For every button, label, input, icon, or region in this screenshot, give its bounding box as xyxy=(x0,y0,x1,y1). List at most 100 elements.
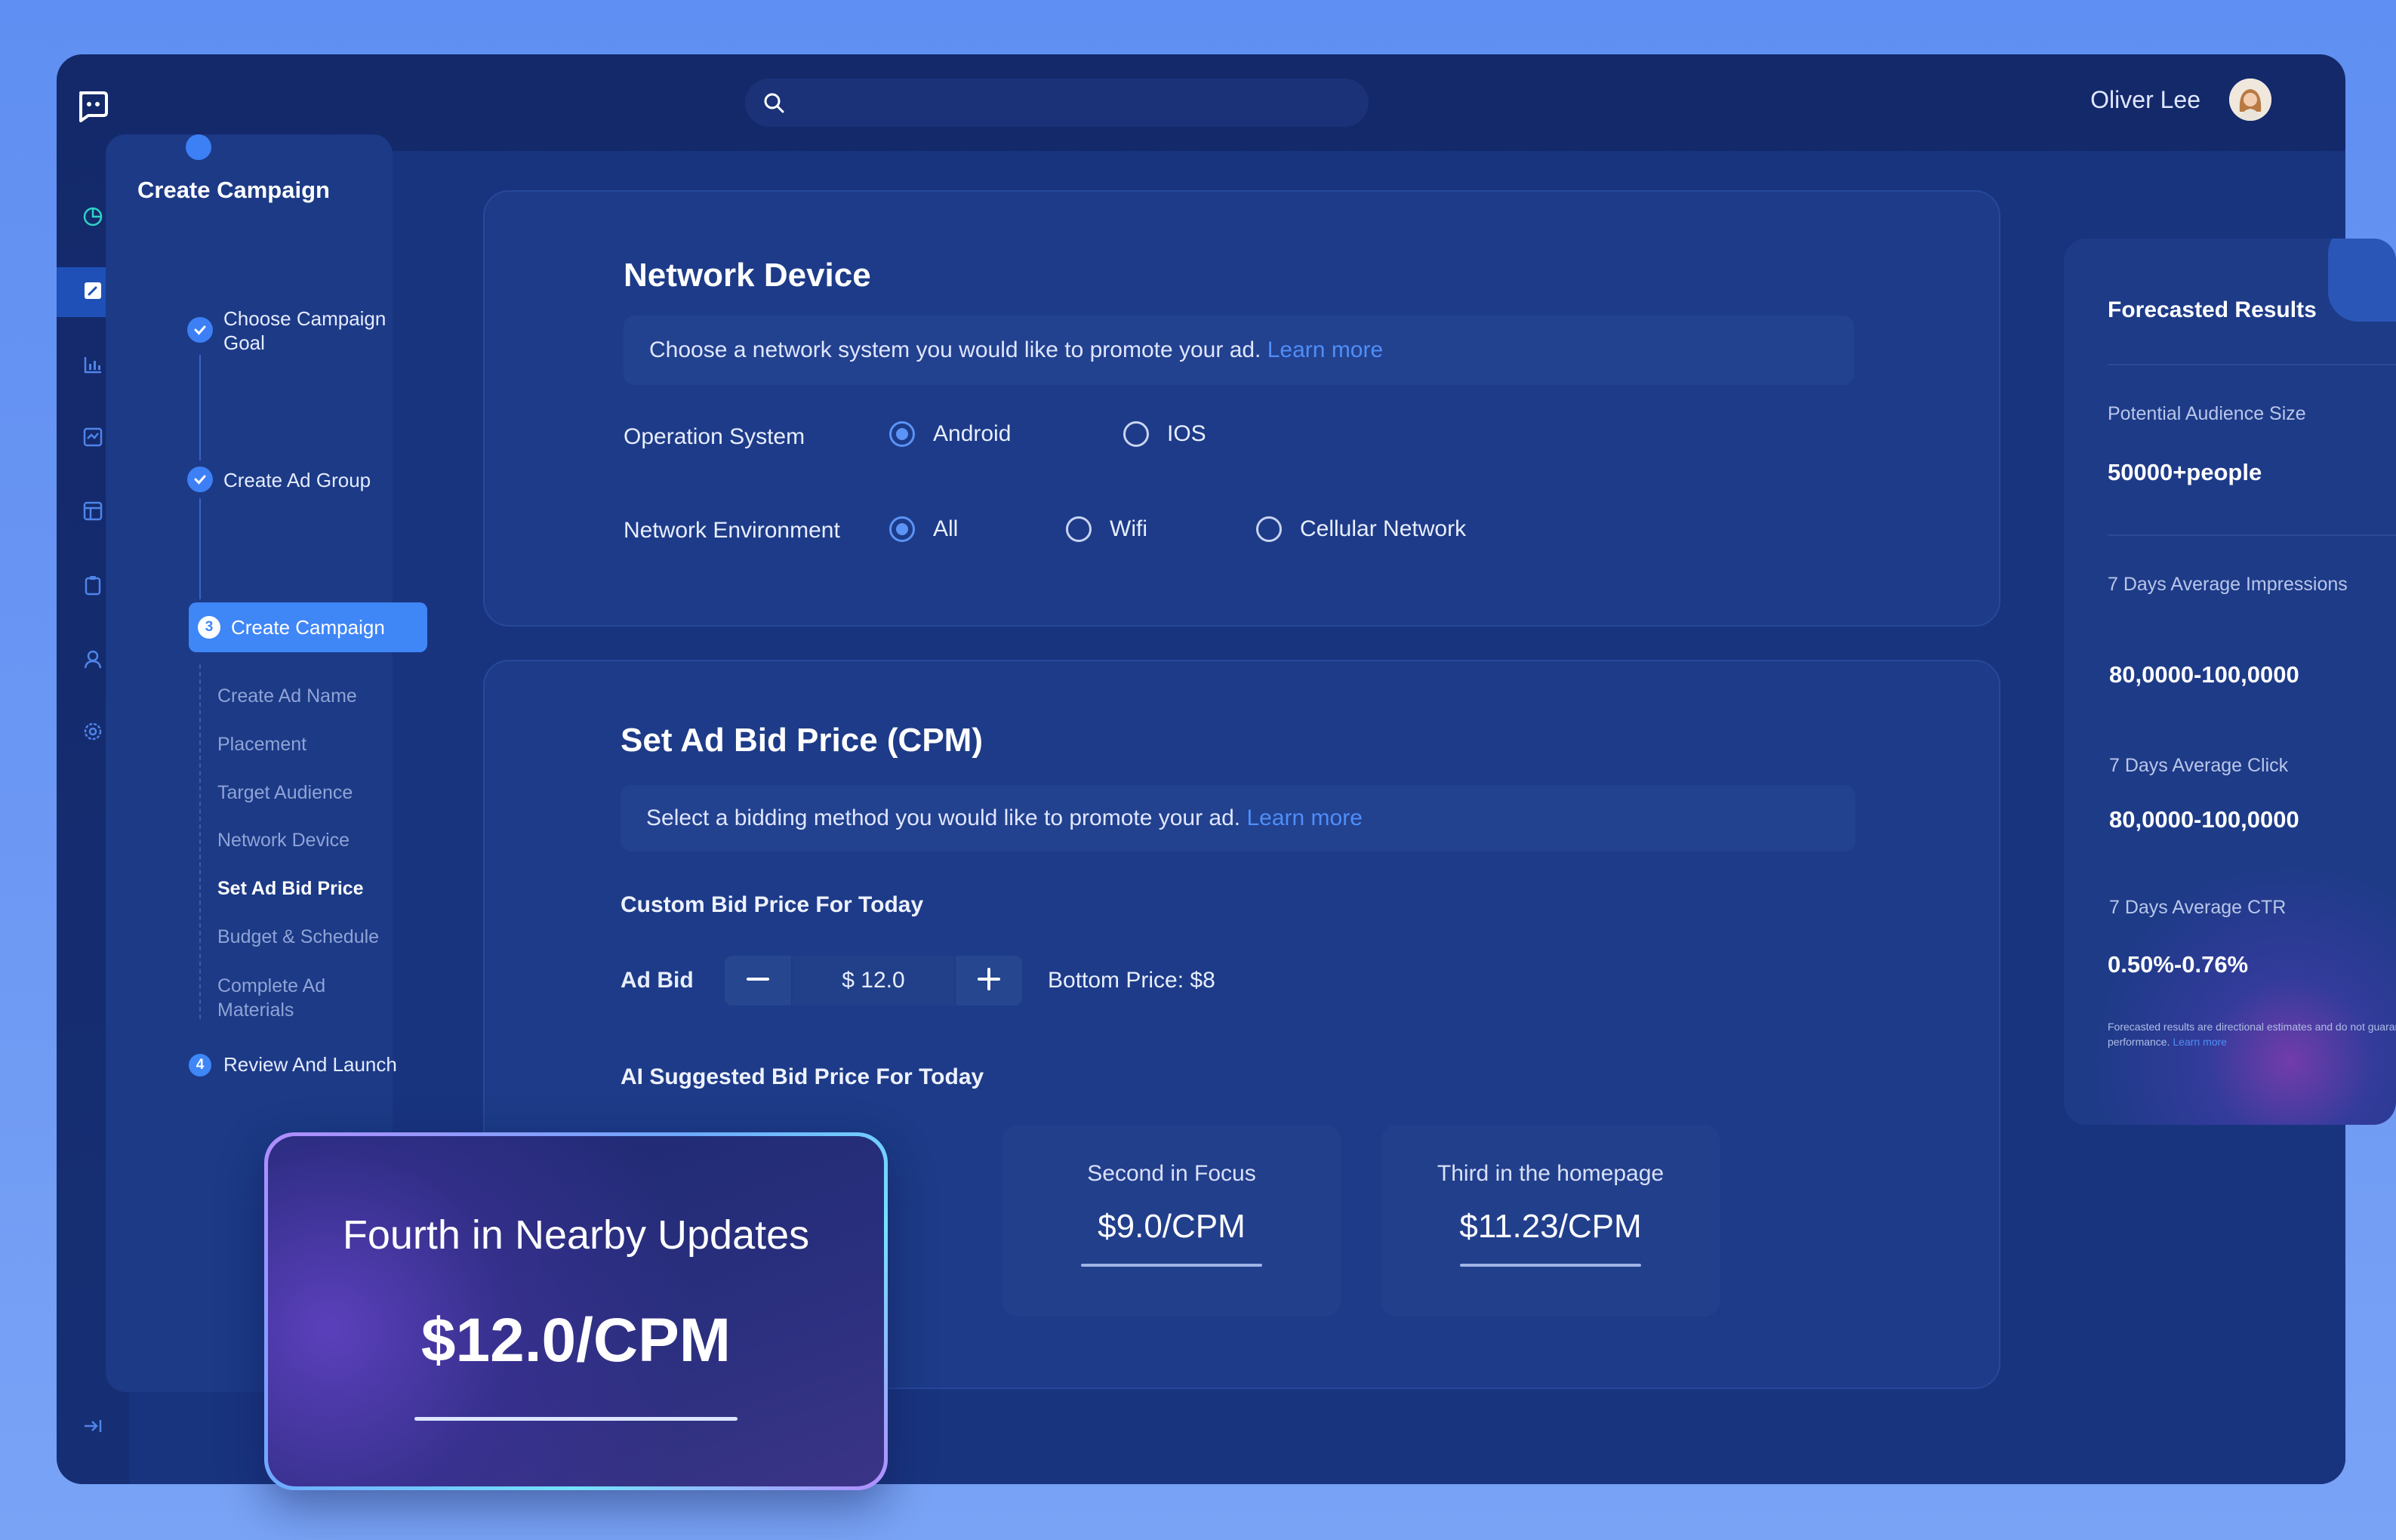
decrement-button[interactable] xyxy=(725,956,791,1006)
substep-budget-schedule[interactable]: Budget & Schedule xyxy=(217,926,379,948)
bar-chart-icon xyxy=(82,353,104,380)
network-env-label: Network Environment xyxy=(624,518,840,543)
step-create-campaign-active[interactable]: 3 Create Campaign xyxy=(189,602,427,652)
bottom-price: Bottom Price: $8 xyxy=(1048,968,1215,993)
custom-bid-label: Custom Bid Price For Today xyxy=(621,892,924,917)
forecast-corner-decoration xyxy=(2328,239,2396,322)
check-icon xyxy=(187,317,213,343)
ad-bid-value[interactable]: $ 12.0 xyxy=(791,956,956,1006)
step-number-badge: 3 xyxy=(198,616,220,639)
ctr-value: 0.50%-0.76% xyxy=(2108,951,2249,978)
audience-label: Potential Audience Size xyxy=(2108,403,2306,424)
ai-suggested-label: AI Suggested Bid Price For Today xyxy=(621,1064,984,1089)
env-wifi-label: Wifi xyxy=(1110,516,1147,541)
ctr-label: 7 Days Average CTR xyxy=(2109,897,2287,918)
bid-info-box: Select a bidding method you would like t… xyxy=(621,785,1856,852)
plus-icon xyxy=(976,966,1002,996)
user-name: Oliver Lee xyxy=(2090,86,2200,113)
user-icon xyxy=(82,648,104,674)
steps-title: Create Campaign xyxy=(137,177,330,203)
divider xyxy=(2108,534,2396,536)
network-device-card: Network Device Choose a network system y… xyxy=(483,190,2000,627)
highlighted-suggestion-price: $12.0/CPM xyxy=(420,1306,731,1375)
env-wifi-radio[interactable]: Wifi xyxy=(1066,516,1147,542)
step-create-campaign-label: Create Campaign xyxy=(231,615,385,639)
edit-icon xyxy=(82,279,104,306)
highlighted-suggestion-inner: Fourth in Nearby Updates $12.0/CPM xyxy=(268,1136,884,1486)
divider xyxy=(2108,364,2396,365)
ad-bid-label: Ad Bid xyxy=(621,968,694,993)
env-cellular-label: Cellular Network xyxy=(1300,516,1467,541)
click-label: 7 Days Average Click xyxy=(2109,755,2289,776)
step-connector xyxy=(199,355,201,460)
impressions-value: 80,0000-100,0000 xyxy=(2109,661,2299,688)
forecast-note: Forecasted results are directional estim… xyxy=(2108,1019,2396,1049)
step-connector xyxy=(199,498,201,599)
impressions-label: 7 Days Average Impressions xyxy=(2108,574,2348,595)
suggestion-underline xyxy=(1460,1264,1641,1267)
forecast-panel: Forecasted Results Potential Audience Si… xyxy=(2064,239,2396,1125)
os-label: Operation System xyxy=(624,424,805,449)
bid-info-text: Select a bidding method you would like t… xyxy=(646,805,1241,830)
network-device-title: Network Device xyxy=(624,257,871,294)
step-review-launch[interactable]: Review And Launch xyxy=(223,1052,397,1076)
rail-collapse[interactable] xyxy=(57,1403,129,1452)
forecast-title: Forecasted Results xyxy=(2108,297,2317,322)
highlighted-suggestion-name: Fourth in Nearby Updates xyxy=(342,1212,810,1258)
clipboard-icon xyxy=(82,574,104,600)
substep-set-ad-bid-price[interactable]: Set Ad Bid Price xyxy=(217,878,364,900)
env-cellular-radio[interactable]: Cellular Network xyxy=(1256,516,1466,542)
radio-checked-icon xyxy=(889,421,915,447)
collapse-icon xyxy=(82,1415,104,1441)
suggestion-name: Third in the homepage xyxy=(1437,1161,1665,1186)
substep-create-ad-name[interactable]: Create Ad Name xyxy=(217,685,357,707)
env-all-radio[interactable]: All xyxy=(889,516,958,542)
ad-bid-stepper: $ 12.0 xyxy=(725,956,1022,1006)
increment-button[interactable] xyxy=(956,956,1022,1006)
os-ios-radio[interactable]: IOS xyxy=(1123,421,1206,447)
os-android-label: Android xyxy=(933,421,1012,446)
step-choose-goal[interactable]: Choose Campaign Goal xyxy=(223,306,405,355)
suggestion-underline xyxy=(1081,1264,1262,1267)
forecast-note-text: Forecasted results are directional estim… xyxy=(2108,1021,2396,1048)
app-logo-icon[interactable] xyxy=(75,88,109,123)
highlighted-suggestion-underline xyxy=(414,1417,738,1421)
suggestion-name: Second in Focus xyxy=(1087,1161,1256,1186)
pie-chart-icon xyxy=(82,205,104,232)
settings-icon xyxy=(82,720,104,747)
layout-icon xyxy=(82,500,104,526)
radio-checked-icon xyxy=(889,516,915,542)
bid-title: Set Ad Bid Price (CPM) xyxy=(621,722,983,759)
step-number-badge: 4 xyxy=(189,1054,211,1076)
activity-icon xyxy=(82,426,104,452)
network-info-text: Choose a network system you would like t… xyxy=(649,337,1261,362)
suggestion-price: $11.23/CPM xyxy=(1459,1208,1642,1245)
audience-value: 50000+people xyxy=(2108,459,2262,485)
env-all-label: All xyxy=(933,516,959,541)
forecast-note-link[interactable]: Learn more xyxy=(2173,1036,2227,1048)
bid-learn-more-link[interactable]: Learn more xyxy=(1246,805,1362,831)
step-check-icon xyxy=(186,134,211,160)
os-android-radio[interactable]: Android xyxy=(889,421,1011,447)
network-learn-more-link[interactable]: Learn more xyxy=(1267,337,1383,363)
minus-icon xyxy=(745,966,771,996)
avatar[interactable] xyxy=(2229,79,2271,121)
substep-complete-ad-materials[interactable]: Complete Ad Materials xyxy=(217,974,368,1022)
step-create-ad-group[interactable]: Create Ad Group xyxy=(223,468,371,492)
click-value: 80,0000-100,0000 xyxy=(2109,806,2299,833)
suggestion-card[interactable]: Second in Focus $9.0/CPM xyxy=(1002,1125,1341,1317)
search-input[interactable] xyxy=(745,79,1369,127)
substep-network-device[interactable]: Network Device xyxy=(217,830,350,852)
suggestion-price: $9.0/CPM xyxy=(1098,1208,1246,1245)
substep-placement[interactable]: Placement xyxy=(217,734,306,756)
radio-unchecked-icon xyxy=(1256,516,1282,542)
suggestion-card[interactable]: Third in the homepage $11.23/CPM xyxy=(1381,1125,1720,1317)
highlighted-suggestion-card[interactable]: Fourth in Nearby Updates $12.0/CPM xyxy=(264,1132,888,1490)
radio-unchecked-icon xyxy=(1123,421,1149,447)
substep-connector xyxy=(199,664,201,1019)
substep-target-audience[interactable]: Target Audience xyxy=(217,782,353,804)
search-icon xyxy=(762,91,786,115)
check-icon xyxy=(187,467,213,492)
network-info-box: Choose a network system you would like t… xyxy=(624,316,1854,385)
radio-unchecked-icon xyxy=(1066,516,1092,542)
